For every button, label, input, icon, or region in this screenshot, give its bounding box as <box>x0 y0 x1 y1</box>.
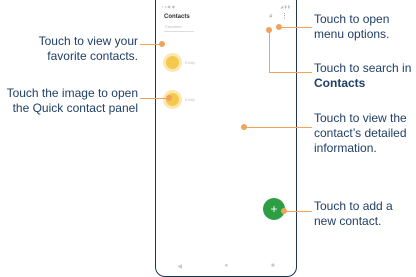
status-bar: ▪ ◂ ◆ ◆ ◢ ▮ ▮ <box>162 4 290 10</box>
leader-line-add <box>284 211 312 212</box>
appbar-actions: ⌕ ⋮ <box>269 13 288 20</box>
contact-name: Emily <box>185 97 195 102</box>
contact-row[interactable]: Emily <box>166 56 195 69</box>
leader-dot-quick <box>166 95 172 101</box>
callout-favorites: Touch to view your favorite contacts. <box>0 34 138 64</box>
callout-favorites-line1: Touch to view your <box>38 34 138 48</box>
callout-favorites-line2: favorite contacts. <box>47 49 138 63</box>
phone-screen: ▪ ◂ ◆ ◆ ◢ ▮ ▮ Contacts ⌕ ⋮ Favorites Emi… <box>155 0 297 277</box>
leader-dot-search <box>266 27 272 33</box>
callout-menu-line1: Touch to open <box>314 12 390 26</box>
callout-add-line1: Touch to add a <box>314 199 393 213</box>
callout-add: Touch to add a new contact. <box>314 199 416 229</box>
contact-avatar[interactable] <box>166 56 179 69</box>
callout-details-line1: Touch to view the <box>314 111 407 125</box>
callout-menu-line2: menu options. <box>314 27 390 41</box>
callout-quick-contact: Touch the image to open the Quick contac… <box>0 86 138 116</box>
callout-menu: Touch to open menu options. <box>314 12 416 42</box>
status-right: ◢ ▮ ▮ <box>280 4 290 9</box>
callout-search-bold: Contacts <box>314 76 366 90</box>
favorites-tab[interactable]: Favorites <box>165 24 181 29</box>
home-icon[interactable]: ● <box>225 263 229 270</box>
callout-search-line2: Contacts <box>314 76 416 91</box>
contact-name: Emily <box>185 60 195 65</box>
callout-search-line1: Touch to search in <box>314 61 412 75</box>
leader-line-favorites <box>140 44 160 45</box>
callout-add-line2: new contact. <box>314 214 382 228</box>
leader-line-menu <box>278 27 312 28</box>
leader-line-details <box>244 127 312 128</box>
app-title: Contacts <box>164 14 190 20</box>
callout-details-line2: contact’s detailed <box>314 126 407 140</box>
status-left: ▪ ◂ ◆ ◆ <box>162 4 175 9</box>
more-options-icon[interactable]: ⋮ <box>281 13 288 20</box>
leader-dot-add <box>281 208 287 214</box>
leader-line-search-vertical <box>269 30 270 72</box>
recents-icon[interactable]: ■ <box>271 263 275 270</box>
callout-details: Touch to view the contact’s detailed inf… <box>314 111 416 156</box>
callout-details-line3: information. <box>314 141 377 155</box>
callout-quick-line1: Touch the image to open <box>6 86 138 100</box>
leader-line-quick <box>140 98 168 99</box>
favorites-underline <box>164 31 194 32</box>
callout-quick-line2: the Quick contact panel <box>12 101 138 115</box>
leader-dot-details <box>241 124 247 130</box>
leader-dot-favorites <box>159 41 165 47</box>
leader-line-search-horizontal <box>269 72 312 73</box>
search-icon[interactable]: ⌕ <box>269 13 276 20</box>
system-navbar: ◀ ● ■ <box>156 263 296 270</box>
callout-search: Touch to search in Contacts <box>314 61 416 91</box>
leader-dot-menu <box>276 24 282 30</box>
back-icon[interactable]: ◀ <box>177 263 182 270</box>
